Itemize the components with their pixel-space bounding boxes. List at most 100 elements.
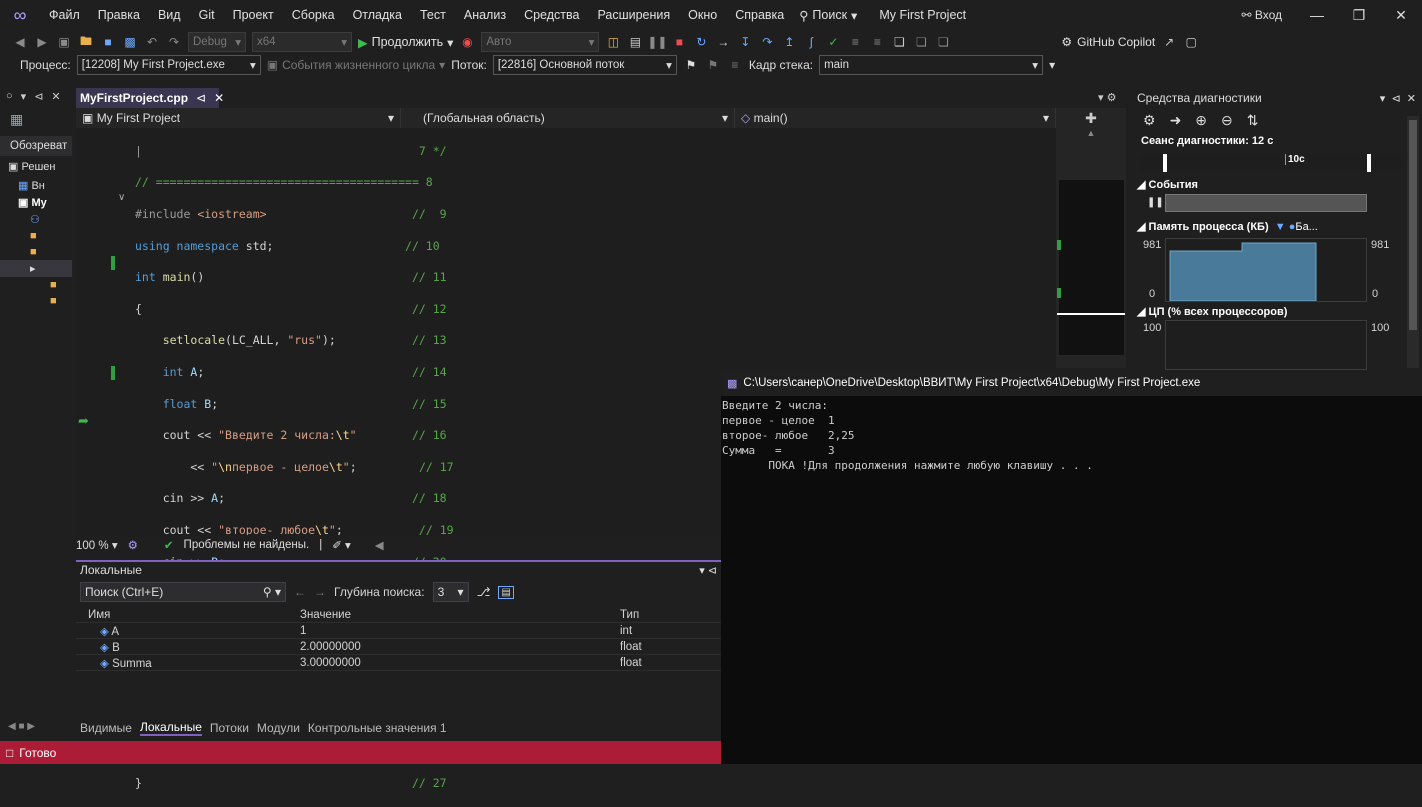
export-icon[interactable]: ➜ [1170,112,1182,129]
timeline-start-handle[interactable] [1163,154,1167,172]
minimap-viewport[interactable] [1059,180,1124,355]
menu-extensions[interactable]: Расширения [588,0,679,30]
table-row[interactable]: ◈ A 1 int [76,623,721,639]
pause-icon[interactable]: ❚❚ [1147,197,1164,208]
new-item-icon[interactable]: ▣ [56,34,72,50]
save-all-icon[interactable]: ▩ [122,34,138,50]
view-icon[interactable]: ▤ [498,585,514,599]
config-select[interactable]: Debug ▾ [188,32,246,52]
copilot-status-icon[interactable]: ⚙ [128,538,138,552]
events-track[interactable] [1165,194,1367,212]
menu-help[interactable]: Справка [726,0,793,30]
step-out-icon[interactable]: ↥ [781,34,797,50]
share-icon[interactable]: ↗ [1161,34,1177,50]
show-next-statement-icon[interactable]: → [715,34,731,50]
chevron-down-icon[interactable]: ▾ [21,90,27,103]
pin-icon[interactable]: ⊲ [196,91,206,105]
menu-debug[interactable]: Отладка [344,0,411,30]
tab-overflow-icon[interactable]: ▾ ⚙ [1098,91,1116,104]
tree-external[interactable]: ▦ Вн [0,177,72,194]
nav-project-select[interactable]: ▣ My First Project ▾ [76,108,401,128]
explorer-toolbar-icon[interactable]: ▦ [0,105,72,134]
menu-file[interactable]: Файл [40,0,89,30]
menu-view[interactable]: Вид [149,0,190,30]
menu-edit[interactable]: Правка [89,0,149,30]
bookmark-prev-icon[interactable]: ❏ [913,34,929,50]
copilot-button[interactable]: ⚙ GitHub Copilot [1061,35,1155,49]
open-folder-icon[interactable]: 🖿 [78,34,94,50]
tab-threads[interactable]: Потоки [210,721,249,735]
expand-icon[interactable]: ▢ [1183,34,1199,50]
circle-icon[interactable]: ○ [6,90,13,103]
column-type[interactable]: Тип [616,609,716,621]
pin-icon[interactable]: ⊲ [34,90,43,103]
column-name[interactable]: Имя [76,609,296,621]
redo-icon[interactable]: ↷ [166,34,182,50]
back-icon[interactable]: ◀ [12,34,28,50]
timeline-ruler[interactable]: 10с [1139,154,1401,172]
events-section[interactable]: ◢ События [1137,178,1198,191]
tab-modules[interactable]: Модули [257,721,300,735]
tree-source-item[interactable]: ▸ [0,260,72,277]
diagnostics-scrollbar[interactable] [1407,116,1419,368]
spellcheck-icon[interactable]: ✓ [825,34,841,50]
menu-build[interactable]: Сборка [283,0,344,30]
tab-autos[interactable]: Видимые [80,721,132,735]
save-icon[interactable]: ■ [100,34,116,50]
undo-icon[interactable]: ↶ [144,34,160,50]
tree-solution[interactable]: ▣ Решен [0,156,72,177]
zoom-out-icon[interactable]: ⊖ [1221,112,1233,129]
forward-icon[interactable]: ▶ [34,34,50,50]
search-menu[interactable]: ⚲ Поиск ▾ [799,8,857,23]
console-window[interactable]: ▩ C:\Users\санер\OneDrive\Desktop\ВВИТ\My… [721,370,1422,764]
flag-icon[interactable]: ⚑ [683,57,699,73]
cpu-graph[interactable] [1165,320,1367,370]
search-icon[interactable]: ⚲ ▾ [263,585,281,599]
zoom-in-icon[interactable]: ⊕ [1195,112,1207,129]
bookmark-next-icon[interactable]: ❏ [935,34,951,50]
hot-reload-icon[interactable]: ◉ [459,34,475,50]
menu-project[interactable]: Проект [224,0,283,30]
process-select[interactable]: [12208] My First Project.exe ▾ [76,55,261,75]
sign-in-button[interactable]: ⚯ Вход [1241,8,1282,22]
table-row[interactable]: ◈ Summa 3.00000000 float [76,655,721,671]
pin-column-icon[interactable]: ⎇ [477,585,491,599]
tree-folder-1[interactable]: ■ [0,228,72,244]
close-tab-icon[interactable]: ✕ [214,91,224,105]
lifecycle-events-button[interactable]: ▣ События жизненного цикла ▾ [267,58,445,72]
nav-scope-select[interactable]: (Глобальная область) ▾ [401,108,735,128]
flag-threads-icon[interactable]: ⚑ [705,57,721,73]
brush-icon[interactable]: ✐ ▾ [332,538,351,552]
problems-status[interactable]: Проблемы не найдены. [184,539,310,551]
filter-icon[interactable]: ▼ [1275,221,1286,233]
search-forward-icon[interactable]: → [314,585,326,599]
reset-zoom-icon[interactable]: ⇅ [1247,112,1259,129]
uncomment-icon[interactable]: ≡ [869,34,885,50]
collapse-chevron-icon[interactable]: ∨ [118,192,125,203]
tree-folder-2[interactable]: ■ [0,244,72,260]
scroll-left-icon[interactable]: ◀ [375,538,384,552]
show-threads-icon[interactable]: ≡ [727,57,743,73]
minimize-button[interactable]: — [1296,7,1338,23]
comment-icon[interactable]: ≡ [847,34,863,50]
bookmark-icon[interactable]: ❏ [891,34,907,50]
cpu-section[interactable]: ◢ ЦП (% всех процессоров) [1137,305,1287,318]
stop-icon[interactable]: ■ [671,34,687,50]
window-icon[interactable]: ▤ [627,34,643,50]
restart-icon[interactable]: ↻ [693,34,709,50]
menu-tools[interactable]: Средства [515,0,588,30]
pin-icon[interactable]: ⊲ [1391,93,1400,105]
close-icon[interactable]: ✕ [1407,93,1416,105]
scroll-up-icon[interactable]: ▲ [1056,128,1126,138]
menu-test[interactable]: Тест [411,0,455,30]
tab-myfirstproject-cpp[interactable]: MyFirstProject.cpp ⊲ ✕ [76,88,224,108]
hex-icon[interactable]: ∫ [803,34,819,50]
toolbar-overflow-icon[interactable]: ▾ [1049,58,1055,72]
tree-project[interactable]: ▣ My [0,194,72,211]
folder-icon[interactable]: ◫ [605,34,621,50]
maximize-button[interactable]: ❐ [1338,7,1380,24]
menu-git[interactable]: Git [190,0,224,30]
pin-icon[interactable]: ⊲ [708,565,717,577]
nav-function-select[interactable]: ◇ main() ▾ [735,108,1056,128]
auto-select[interactable]: Авто ▾ [481,32,600,52]
